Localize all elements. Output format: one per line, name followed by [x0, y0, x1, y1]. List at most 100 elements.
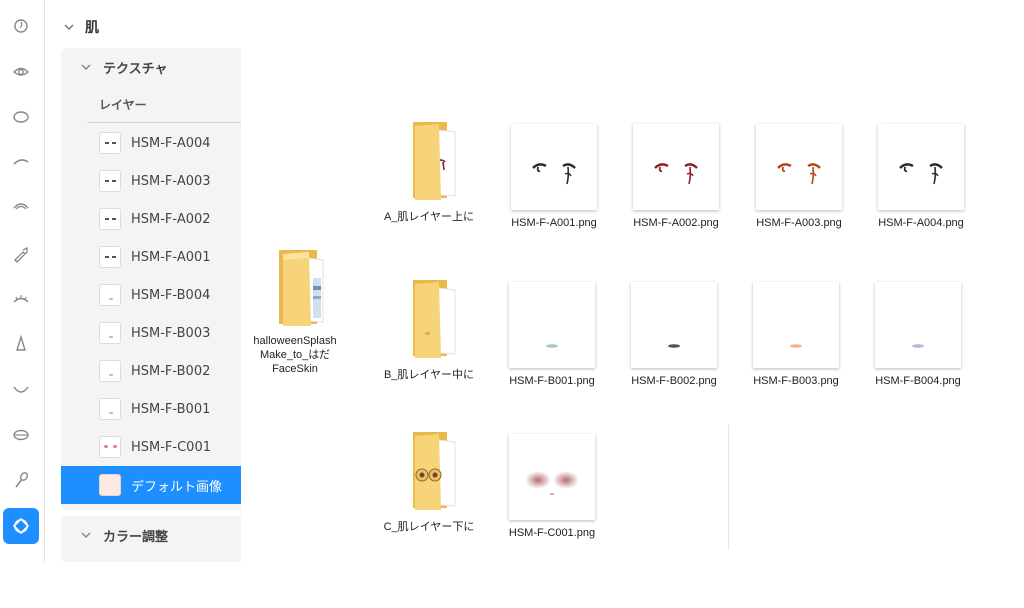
layer-item[interactable]: HSM-F-C001 [61, 428, 241, 466]
image-file-name: HSM-F-A002.png [633, 217, 719, 229]
skin-section-header[interactable]: 肌 [47, 10, 241, 44]
image-thumbnail [511, 124, 597, 210]
file-view: halloweenSplash Make_to_はだ FaceSkin A_肌レ… [241, 0, 1024, 608]
image-file-name: HSM-F-B002.png [631, 375, 717, 387]
folder-b-tile[interactable]: B_肌レイヤー中に [381, 278, 477, 382]
layer-item-label: デフォルト画像 [131, 479, 223, 495]
image-thumbnail [631, 282, 717, 368]
layer-item-label: HSM-F-B004 [131, 287, 211, 303]
layer-divider [87, 122, 241, 123]
texture-header[interactable]: テクスチャ [61, 48, 241, 86]
layer-item-label: HSM-F-A003 [131, 173, 211, 189]
folder-icon [399, 278, 459, 366]
layer-item-label: HSM-F-A001 [131, 249, 211, 265]
chevron-down-icon [81, 64, 91, 71]
folder-a-name: A_肌レイヤー上に [383, 211, 475, 223]
layer-thumbnail [99, 398, 121, 420]
layer-thumbnail [99, 284, 121, 306]
layer-thumbnail [99, 246, 121, 268]
image-file-tile[interactable]: HSM-F-C001.png [502, 434, 602, 540]
layer-item[interactable]: デフォルト画像 [61, 466, 241, 504]
app-window: 肌 テクスチャ レイヤー HSM-F-A004 HSM-F-A003 HSM-F-A… [0, 0, 1024, 608]
color-adjust-header[interactable]: カラー調整 [61, 516, 241, 554]
iris-icon[interactable] [3, 99, 39, 135]
rail-divider [44, 0, 45, 562]
image-thumbnail [753, 282, 839, 368]
column-separator [728, 425, 729, 550]
folder-c-tile[interactable]: C_肌レイヤー下に [381, 430, 477, 534]
image-thumbnail [875, 282, 961, 368]
eyedropper-icon[interactable] [3, 236, 39, 272]
image-thumbnail [878, 124, 964, 210]
layer-item-label: HSM-F-B001 [131, 401, 211, 417]
eye-icon[interactable] [3, 54, 39, 90]
image-file-tile[interactable]: HSM-F-B003.png [746, 282, 846, 388]
mouth-icon[interactable] [3, 371, 39, 407]
chevron-down-icon [81, 532, 91, 539]
image-file-name: HSM-F-A003.png [756, 217, 842, 229]
layer-thumbnail [99, 208, 121, 230]
root-folder-name-3: FaceSkin [272, 363, 318, 375]
image-file-name: HSM-F-A001.png [511, 217, 597, 229]
layer-item[interactable]: HSM-F-B001 [61, 390, 241, 428]
root-folder-tile[interactable]: halloweenSplash Make_to_はだ FaceSkin [245, 246, 345, 376]
face-icon[interactable] [3, 8, 39, 44]
image-thumbnail [756, 124, 842, 210]
image-file-name: HSM-F-B003.png [753, 375, 839, 387]
layer-item[interactable]: HSM-F-A003 [61, 162, 241, 200]
skin-icon[interactable] [3, 508, 39, 544]
chevron-down-icon [64, 24, 74, 31]
layer-item[interactable]: HSM-F-A002 [61, 200, 241, 238]
layer-item-label: HSM-F-B003 [131, 325, 211, 341]
image-thumbnail [509, 282, 595, 368]
layer-item[interactable]: HSM-F-A001 [61, 238, 241, 276]
image-file-tile[interactable]: HSM-F-B002.png [624, 282, 724, 388]
skin-section-title: 肌 [85, 20, 99, 36]
image-file-name: HSM-F-A004.png [878, 217, 964, 229]
folder-a-tile[interactable]: A_肌レイヤー上に [381, 120, 477, 224]
eyebrow-icon[interactable] [3, 144, 39, 180]
layer-thumbnail [99, 322, 121, 344]
root-folder-name-1: halloweenSplash [253, 335, 337, 347]
image-file-tile[interactable]: HSM-F-A003.png [749, 124, 849, 230]
image-file-tile[interactable]: HSM-F-B004.png [868, 282, 968, 388]
layer-item[interactable]: HSM-F-B002 [61, 352, 241, 390]
layer-item-label: HSM-F-C001 [131, 439, 211, 455]
image-thumbnail [633, 124, 719, 210]
layer-thumbnail [99, 360, 121, 382]
color-adjust-title: カラー調整 [103, 529, 169, 545]
layer-item[interactable]: HSM-F-A004 [61, 124, 241, 162]
eyelash-icon[interactable] [3, 189, 39, 225]
layer-label: レイヤー [99, 98, 147, 112]
image-file-name: HSM-F-B004.png [875, 375, 961, 387]
layer-item-label: HSM-F-A004 [131, 135, 211, 151]
image-file-name: HSM-F-B001.png [509, 375, 595, 387]
image-file-tile[interactable]: HSM-F-A002.png [626, 124, 726, 230]
folder-c-name: C_肌レイヤー下に [383, 521, 475, 533]
layer-item-label: HSM-F-B002 [131, 363, 211, 379]
lips-icon[interactable] [3, 417, 39, 453]
texture-card: テクスチャ レイヤー HSM-F-A004 HSM-F-A003 HSM-F-A00… [61, 48, 241, 510]
folder-icon [399, 430, 459, 518]
layer-thumbnail [99, 132, 121, 154]
category-rail [0, 0, 42, 562]
texture-title: テクスチャ [103, 61, 168, 77]
layer-list: HSM-F-A004 HSM-F-A003 HSM-F-A002 HSM-F-A001… [61, 124, 241, 504]
image-file-tile[interactable]: HSM-F-A001.png [504, 124, 604, 230]
folder-icon [265, 246, 325, 334]
layer-item[interactable]: HSM-F-B004 [61, 276, 241, 314]
lower-lash-icon[interactable] [3, 281, 39, 317]
nose-icon[interactable] [3, 326, 39, 362]
layer-item[interactable]: HSM-F-B003 [61, 314, 241, 352]
image-file-tile[interactable]: HSM-F-B001.png [502, 282, 602, 388]
image-thumbnail [509, 434, 595, 520]
image-file-tile[interactable]: HSM-F-A004.png [871, 124, 971, 230]
layer-thumbnail [99, 170, 121, 192]
image-file-name: HSM-F-C001.png [508, 527, 596, 539]
brush-icon[interactable] [3, 462, 39, 498]
layer-item-label: HSM-F-A002 [131, 211, 211, 227]
property-panel: 肌 テクスチャ レイヤー HSM-F-A004 HSM-F-A003 HSM-F-A… [47, 0, 241, 562]
root-folder-name-2: Make_to_はだ [259, 349, 331, 361]
folder-b-name: B_肌レイヤー中に [383, 369, 475, 381]
color-adjust-card: カラー調整 [61, 516, 241, 562]
